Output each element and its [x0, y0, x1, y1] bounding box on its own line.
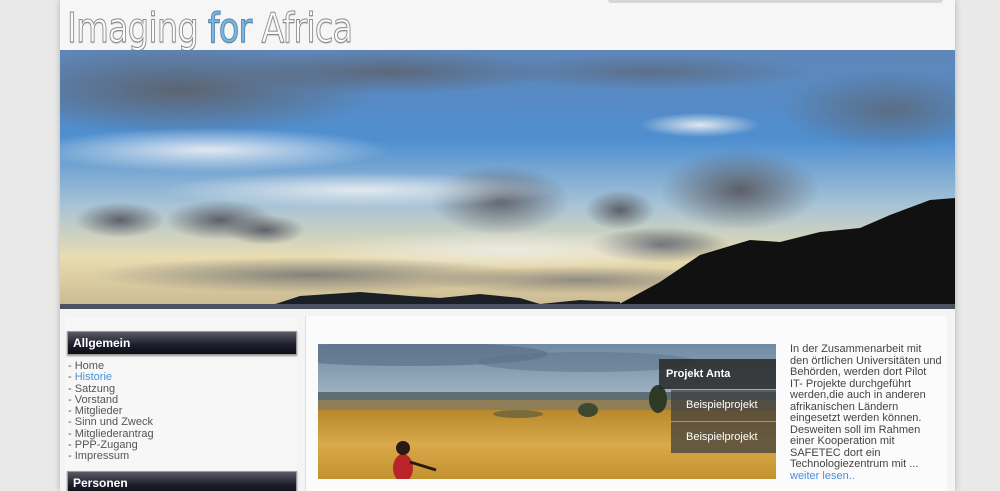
sidebar-link-mitgliederantrag[interactable]: Mitgliederantrag — [75, 428, 154, 440]
site-logo[interactable]: Imaging for Africa — [67, 4, 354, 53]
sidebar-link-ppp-zugang[interactable]: PPP-Zugang — [75, 439, 138, 451]
sidebar-link-vorstand[interactable]: Vorstand — [75, 394, 118, 406]
tab-projekt-anta[interactable]: Projekt Anta — [659, 359, 776, 389]
project-description-text: In der Zusammenarbeit mit den örtlichen … — [790, 343, 942, 470]
sidebar-heading-personen: Personen — [67, 471, 297, 491]
header: Imaging for Africa — [60, 0, 955, 53]
sidebar-link-mitglieder[interactable]: Mitglieder — [75, 405, 123, 417]
tab-beispielprojekt-2[interactable]: Beispielprojekt — [671, 422, 776, 453]
sidebar-item-impressum[interactable]: - Impressum — [68, 451, 154, 462]
logo-text-africa: Africa — [251, 4, 354, 53]
header-banner-image — [60, 50, 955, 309]
sidebar-link-satzung[interactable]: Satzung — [75, 383, 115, 395]
sidebar-heading-allgemein: Allgemein — [67, 331, 297, 355]
main-content: Projekt Anta Beispielprojekt Beispielpro… — [305, 316, 947, 491]
sidebar-link-sinn-und-zweck[interactable]: Sinn und Zweck — [75, 416, 153, 428]
sidebar-link-impressum[interactable]: Impressum — [75, 450, 129, 462]
sidebar-link-home[interactable]: Home — [75, 360, 104, 372]
sidebar-menu: - Home - Historie - Satzung - Vorstand -… — [68, 360, 154, 463]
read-more-link[interactable]: weiter lesen.. — [790, 470, 855, 482]
page-container: Imaging for Africa Allgemein - Home - Hi… — [60, 0, 955, 491]
sidebar: Allgemein - Home - Historie - Satzung - … — [65, 318, 297, 491]
sidebar-link-historie[interactable]: Historie — [75, 371, 112, 383]
tab-beispielprojekt-1[interactable]: Beispielprojekt — [671, 390, 776, 421]
project-slideshow: Projekt Anta Beispielprojekt Beispielpro… — [318, 344, 776, 479]
logo-text-for: for — [207, 4, 252, 53]
project-tabs: Projekt Anta Beispielprojekt Beispielpro… — [659, 359, 776, 454]
top-bar — [608, 0, 943, 3]
project-description: In der Zusammenarbeit mit den örtlichen … — [790, 343, 942, 482]
logo-text-imaging: Imaging — [67, 4, 208, 53]
